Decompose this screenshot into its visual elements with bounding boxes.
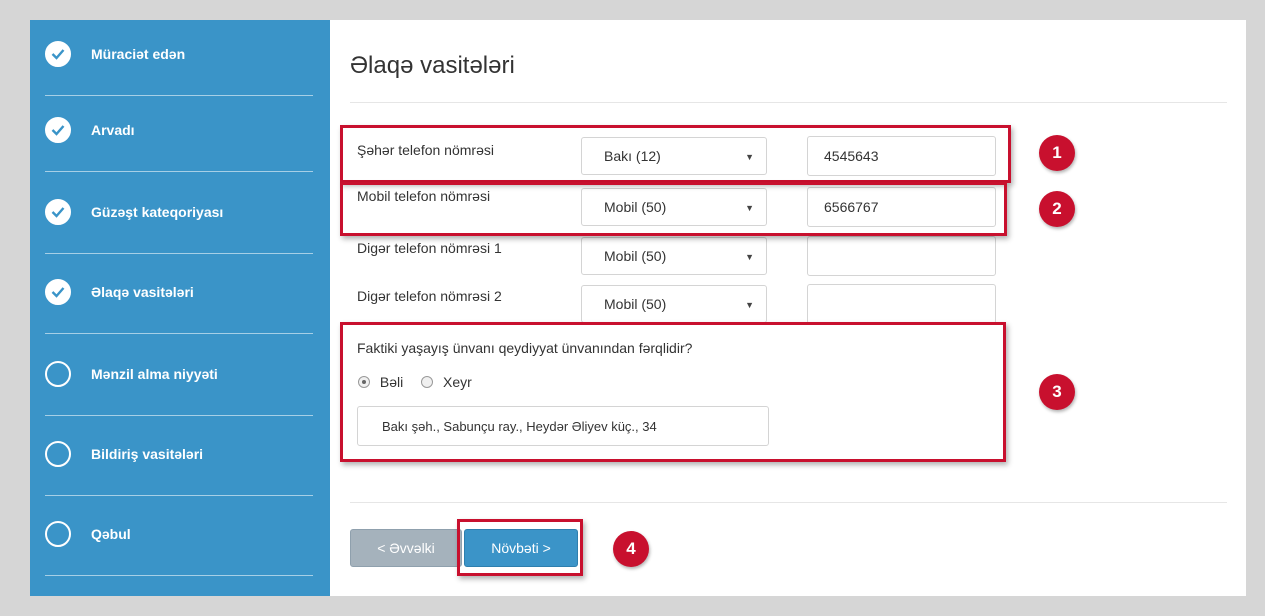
annotation-badge-4: 4 bbox=[613, 531, 649, 567]
divider bbox=[350, 502, 1227, 503]
annotation-badge-3: 3 bbox=[1039, 374, 1075, 410]
select-value: Mobil (50) bbox=[604, 248, 667, 264]
sidebar-step-discount-category[interactable]: Güzəşt kateqoriyası bbox=[45, 178, 313, 254]
other-phone-1-code-select[interactable]: Mobil (50) ▼ bbox=[581, 237, 767, 275]
wizard-sidebar: Müraciət edən Arvadı Güzəşt kateqoriyası… bbox=[30, 20, 330, 596]
highlight-box-4 bbox=[457, 519, 583, 576]
other-phone-2-label: Digər telefon nömrəsi 2 bbox=[357, 288, 502, 304]
page-title: Əlaqə vasitələri bbox=[350, 52, 515, 79]
check-icon bbox=[45, 279, 71, 305]
sidebar-step-label: Arvadı bbox=[91, 122, 135, 138]
check-icon bbox=[45, 41, 71, 67]
dropdown-arrow-icon: ▼ bbox=[745, 300, 754, 310]
empty-circle-icon bbox=[45, 521, 71, 547]
other-phone-2-number-input[interactable] bbox=[807, 284, 996, 324]
sidebar-step-wife[interactable]: Arvadı bbox=[45, 96, 313, 172]
sidebar-step-label: Mənzil alma niyyəti bbox=[91, 366, 218, 382]
sidebar-step-acceptance[interactable]: Qəbul bbox=[45, 500, 313, 576]
empty-circle-icon bbox=[45, 361, 71, 387]
other-phone-1-label: Digər telefon nömrəsi 1 bbox=[357, 240, 502, 256]
check-icon bbox=[45, 199, 71, 225]
dropdown-arrow-icon: ▼ bbox=[745, 252, 754, 262]
sidebar-step-housing-intent[interactable]: Mənzil alma niyyəti bbox=[45, 340, 313, 416]
sidebar-step-label: Bildiriş vasitələri bbox=[91, 446, 204, 462]
sidebar-step-label: Güzəşt kateqoriyası bbox=[91, 204, 224, 220]
check-icon bbox=[45, 117, 71, 143]
sidebar-step-label: Qəbul bbox=[91, 526, 131, 542]
divider bbox=[350, 102, 1227, 103]
previous-button[interactable]: < Əvvəlki bbox=[350, 529, 462, 567]
select-value: Mobil (50) bbox=[604, 296, 667, 312]
sidebar-step-label: Əlaqə vasitələri bbox=[91, 284, 194, 300]
highlight-box-2 bbox=[340, 182, 1007, 236]
sidebar-step-contacts[interactable]: Əlaqə vasitələri bbox=[45, 258, 313, 334]
contact-form-panel: Əlaqə vasitələri Şəhər telefon nömrəsi B… bbox=[330, 20, 1246, 596]
highlight-box-1 bbox=[340, 125, 1011, 183]
other-phone-1-number-input[interactable] bbox=[807, 236, 996, 276]
empty-circle-icon bbox=[45, 441, 71, 467]
sidebar-step-notifications[interactable]: Bildiriş vasitələri bbox=[45, 420, 313, 496]
sidebar-step-applicant[interactable]: Müraciət edən bbox=[45, 20, 313, 96]
highlight-box-3 bbox=[340, 322, 1006, 462]
annotation-badge-2: 2 bbox=[1039, 191, 1075, 227]
annotation-badge-1: 1 bbox=[1039, 135, 1075, 171]
other-phone-2-code-select[interactable]: Mobil (50) ▼ bbox=[581, 285, 767, 323]
sidebar-step-label: Müraciət edən bbox=[91, 46, 186, 62]
